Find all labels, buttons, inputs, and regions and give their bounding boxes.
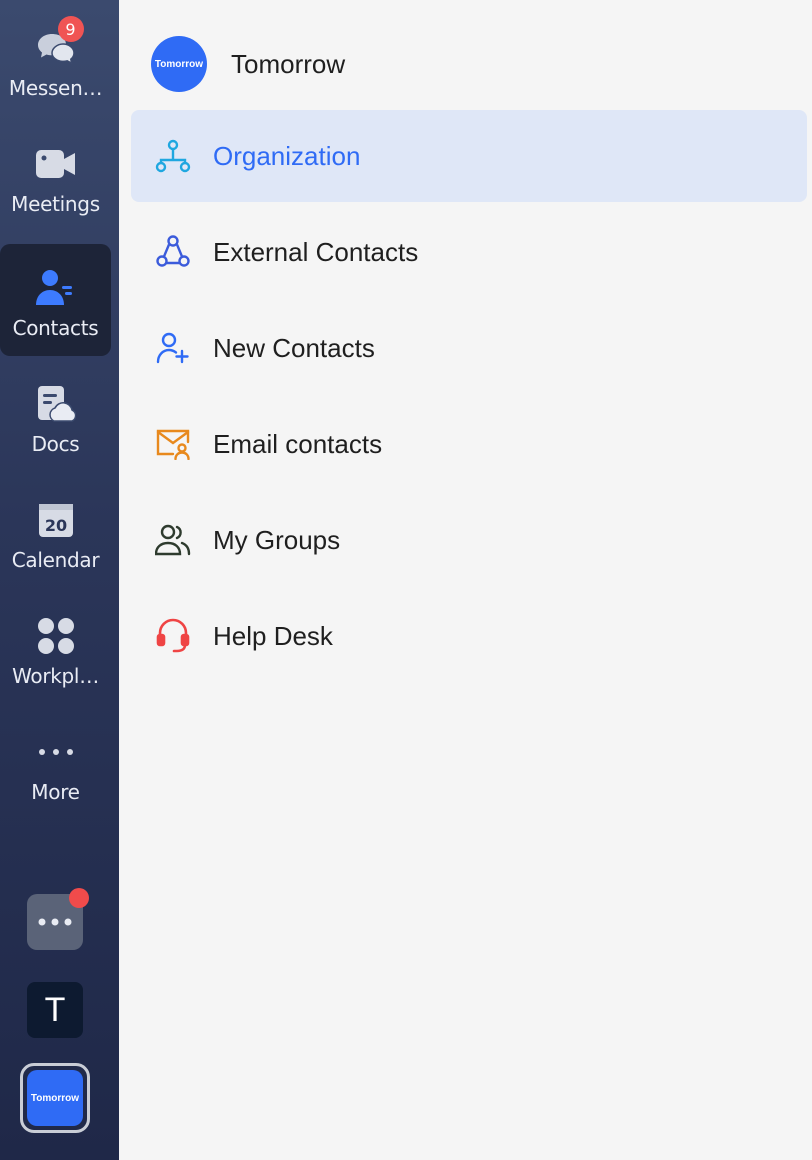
menu-label: My Groups [213,524,341,555]
menu-item-external-contacts[interactable]: External Contacts [131,206,807,298]
nav-label: Messen… [8,76,103,100]
unread-badge: 9 [57,16,84,42]
menu-item-organization[interactable]: Organization [131,110,807,202]
nav-contacts[interactable]: Contacts [0,244,111,356]
email-contact-icon [153,424,193,464]
sidebar: 9 Messen… Meetings Contacts Docs 20 Cale… [0,0,119,1160]
nav-label: Calendar [11,548,100,572]
menu-label: New Contacts [213,332,375,363]
external-contacts-icon [153,232,193,272]
headset-icon [153,616,193,656]
org-avatar-text: Tomorrow [154,58,204,70]
nav-label: Meetings [11,192,100,216]
nav-label: Contacts [12,316,99,340]
groups-icon [153,520,193,560]
menu-item-email-contacts[interactable]: Email contacts [131,398,807,490]
apps-more-button[interactable] [27,888,89,950]
nav-messenger[interactable]: 9 Messen… [0,4,111,116]
more-dots-icon [34,730,78,774]
nav-workplace[interactable]: Workpl… [0,592,111,704]
calendar-day: 20 [44,516,66,535]
add-contact-icon [153,328,193,368]
workplace-grid-icon [34,614,78,658]
org-avatar: Tomorrow [151,36,207,92]
nav-more[interactable]: More [0,708,111,820]
video-camera-icon [34,142,78,186]
calendar-icon: 20 [34,498,78,542]
menu-item-help-desk[interactable]: Help Desk [131,590,807,682]
nav-label: Docs [31,432,80,456]
tenant-label: T [44,990,66,1029]
notification-dot [69,888,89,908]
organization-tree-icon [153,136,193,176]
menu-label: External Contacts [213,236,419,267]
contacts-panel: Tomorrow Tomorrow Organization External … [119,0,812,1160]
tenant-switch-tomorrow[interactable]: Tomorrow [20,1063,90,1133]
contacts-icon [34,266,78,310]
nav-label: Workpl… [12,664,99,688]
menu-label: Organization [213,140,361,171]
menu-label: Email contacts [213,428,383,459]
org-name: Tomorrow [231,48,346,79]
menu-item-new-contacts[interactable]: New Contacts [131,302,807,394]
menu-item-my-groups[interactable]: My Groups [131,494,807,586]
ellipsis-icon [38,918,72,926]
tenant-logo: Tomorrow [27,1070,83,1126]
org-header[interactable]: Tomorrow Tomorrow [151,36,345,92]
nav-label: More [31,780,80,804]
nav-docs[interactable]: Docs [0,360,111,472]
nav-meetings[interactable]: Meetings [0,120,111,232]
chat-bubbles-icon: 9 [34,16,84,70]
tenant-label: Tomorrow [30,1092,80,1104]
tenant-switch-t[interactable]: T [27,982,83,1038]
menu-label: Help Desk [213,620,333,651]
nav-calendar[interactable]: 20 Calendar [0,476,111,588]
docs-cloud-icon [34,382,78,426]
